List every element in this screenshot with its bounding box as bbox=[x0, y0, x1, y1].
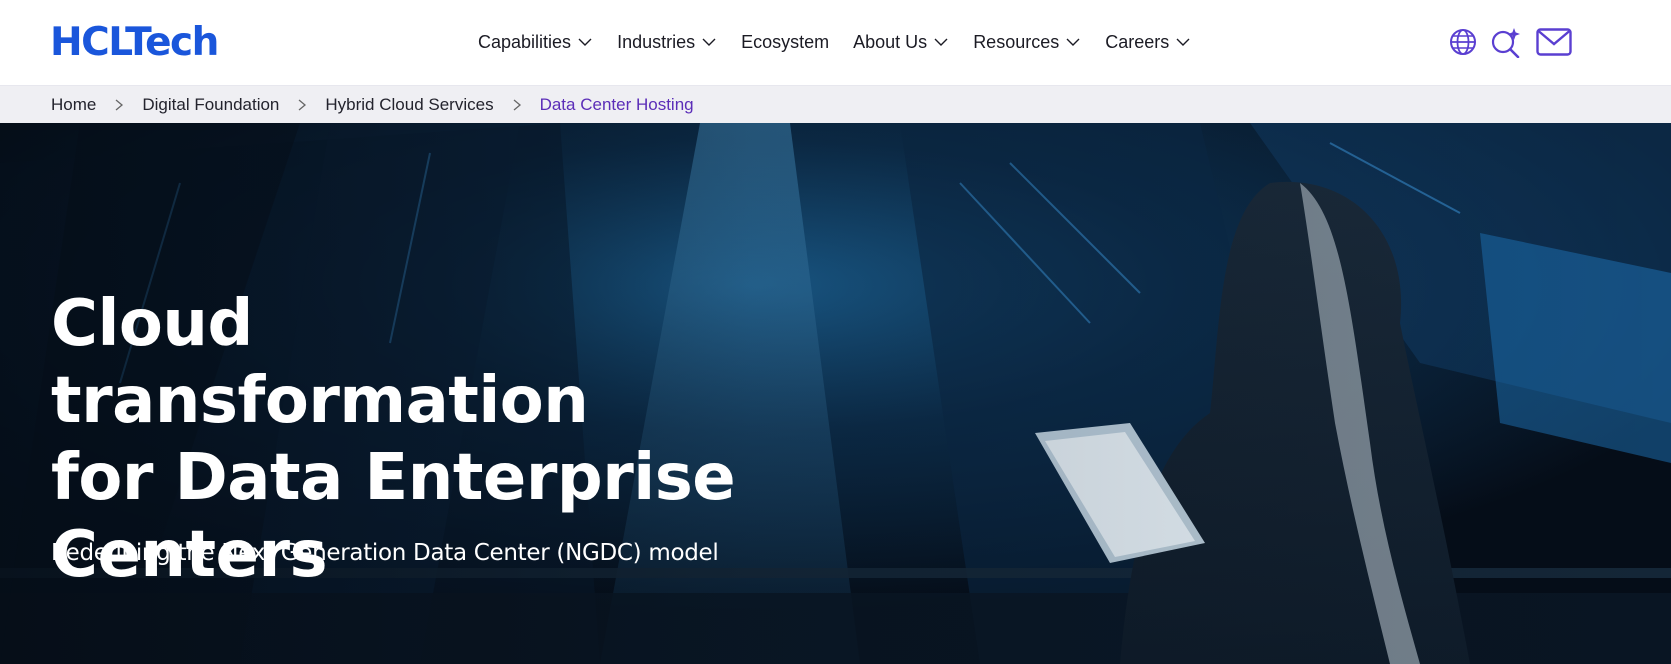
hero-title-line: for Data Enterprise bbox=[51, 441, 736, 515]
nav-label: Resources bbox=[973, 31, 1060, 52]
chevron-down-icon bbox=[1176, 38, 1190, 46]
breadcrumb-home[interactable]: Home bbox=[51, 95, 96, 115]
chevron-right-icon bbox=[513, 99, 521, 110]
header-utilities bbox=[1448, 26, 1572, 58]
mail-icon[interactable] bbox=[1536, 28, 1572, 56]
nav-label: Careers bbox=[1105, 31, 1170, 52]
ai-search-icon[interactable] bbox=[1490, 26, 1522, 58]
nav-label: Ecosystem bbox=[741, 31, 830, 52]
chevron-down-icon bbox=[934, 38, 948, 46]
nav-item-ecosystem[interactable]: Ecosystem bbox=[741, 32, 829, 53]
hero-title-line: Cloud transformation bbox=[51, 287, 589, 438]
chevron-down-icon bbox=[1066, 38, 1080, 46]
nav-item-careers[interactable]: Careers bbox=[1105, 32, 1191, 53]
nav-item-resources[interactable]: Resources bbox=[973, 32, 1081, 53]
hero-subtitle: Redefining the Next Generation Data Cent… bbox=[51, 540, 719, 566]
nav-item-about-us[interactable]: About Us bbox=[853, 32, 949, 53]
globe-icon[interactable] bbox=[1448, 27, 1478, 57]
chevron-down-icon bbox=[578, 38, 592, 46]
nav-label: About Us bbox=[853, 31, 928, 52]
breadcrumb-current-page: Data Center Hosting bbox=[539, 94, 694, 114]
nav-label: Capabilities bbox=[478, 31, 572, 52]
nav-label: Industries bbox=[617, 31, 696, 52]
breadcrumb: Home Digital Foundation Hybrid Cloud Ser… bbox=[0, 86, 1671, 123]
breadcrumb-hybrid-cloud-services[interactable]: Hybrid Cloud Services bbox=[325, 95, 493, 115]
breadcrumb-digital-foundation[interactable]: Digital Foundation bbox=[142, 95, 279, 115]
main-nav: Capabilities Industries Ecosystem About … bbox=[478, 28, 1215, 56]
site-header: HCLTech Capabilities Industries Ecosyste… bbox=[0, 0, 1671, 86]
chevron-down-icon bbox=[702, 38, 716, 46]
chevron-right-icon bbox=[115, 99, 124, 110]
nav-item-capabilities[interactable]: Capabilities bbox=[478, 32, 593, 53]
chevron-right-icon bbox=[298, 99, 307, 110]
hero-banner: Cloud transformation for Data Enterprise… bbox=[0, 123, 1671, 664]
hcltech-logo[interactable]: HCLTech bbox=[50, 20, 219, 66]
nav-item-industries[interactable]: Industries bbox=[617, 32, 717, 53]
